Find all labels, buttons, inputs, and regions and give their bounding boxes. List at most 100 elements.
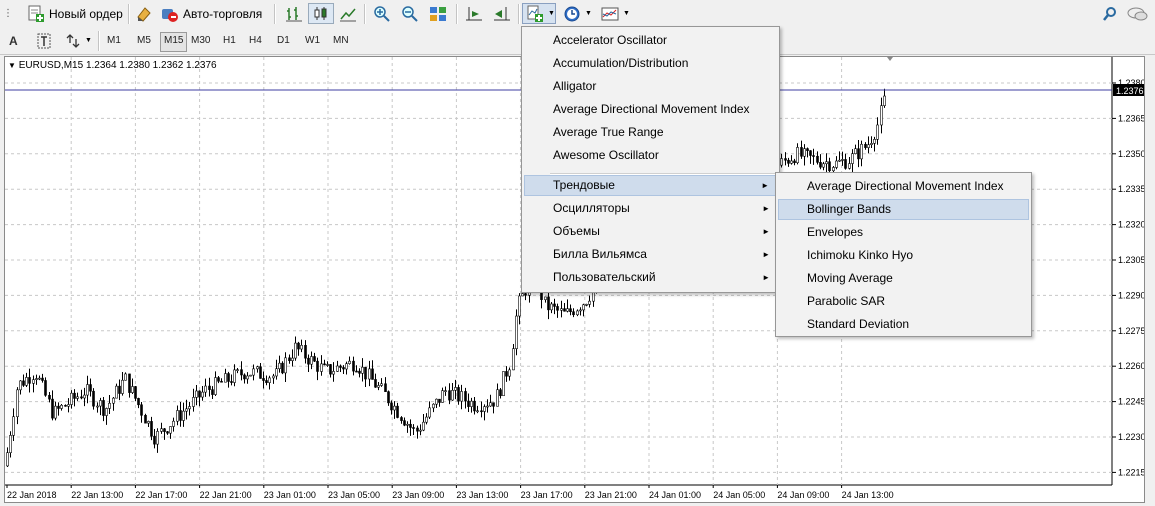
candle-body [560,308,563,311]
candle-body [492,402,495,407]
line-chart-icon [339,5,357,23]
candle-body [812,155,815,157]
indicator-submenu-item[interactable]: Осцилляторы ► [524,198,777,219]
indicator-menu-item[interactable]: Average Directional Movement Index [524,99,777,120]
auto-scroll-button[interactable] [490,3,514,24]
trend-indicator-item[interactable]: Envelopes [778,222,1029,243]
dropdown-arrow-icon: ▼ [585,10,592,17]
candle-body [473,400,476,412]
bar-chart-button[interactable] [282,3,306,24]
trend-indicator-item[interactable]: Moving Average [778,268,1029,289]
timeframe-h1-button[interactable]: H1 [220,32,239,50]
candle-body [870,143,873,145]
periodicity-button[interactable]: ▼ [560,3,594,24]
candle-body [278,362,281,370]
auto-trading-button[interactable]: Авто-торговля [158,3,265,24]
timeframe-m1-button[interactable]: M1 [104,32,124,50]
candle-body [166,431,169,434]
chart-shift-button[interactable] [462,3,486,24]
candle-body [512,348,515,371]
metaeditor-button[interactable] [132,3,156,24]
arrows-icon [63,32,81,50]
line-chart-button[interactable] [336,3,360,24]
auto-scroll-icon [493,5,511,23]
candle-body [368,368,371,380]
search-button[interactable] [1098,3,1120,24]
trend-indicator-item[interactable]: Parabolic SAR [778,291,1029,312]
indicator-menu-item[interactable]: Average True Range [524,122,777,143]
candlestick-chart-button[interactable] [308,3,334,24]
time-tick-label: 22 Jan 17:00 [135,490,187,500]
indicator-menu-item[interactable]: Alligator [524,76,777,97]
candle-body [329,364,332,375]
indicator-submenu-item[interactable]: Трендовые ► [524,175,777,196]
tile-windows-button[interactable] [426,3,450,24]
timeframe-w1-button[interactable]: W1 [302,32,323,50]
indicator-menu-item[interactable]: Accelerator Oscillator [524,30,777,51]
arrows-tool-button[interactable]: ▼ [60,30,92,51]
timeframe-m30-button[interactable]: M30 [188,32,213,50]
timeframe-m5-button[interactable]: M5 [134,32,154,50]
candle-body [310,356,313,365]
dropdown-arrow-icon: ▼ [623,10,630,17]
candle-body [19,380,22,391]
toolbar-overflow-button[interactable]: ⋮ [0,3,22,24]
trend-indicators-submenu: Average Directional Movement Index Bollin… [775,172,1032,337]
candle-body [252,368,255,376]
candle-body [876,124,879,140]
new-order-button[interactable]: Новый ордер [24,3,126,24]
candle-body [796,147,799,164]
trend-indicator-item[interactable]: Standard Deviation [778,314,1029,335]
candle-body [396,405,399,418]
candle-body [201,391,204,398]
time-tick-label: 23 Jan 05:00 [328,490,380,500]
indicators-button[interactable]: ▼ [522,3,556,24]
price-tick-label: 1.2275 [1118,326,1144,336]
candle-body [144,415,147,424]
text-label-tool-button[interactable] [32,30,54,51]
candle-body [476,410,479,413]
candle-body [841,159,844,161]
candle-body [192,397,195,407]
chart-symbol-info: EURUSD,M15 1.2364 1.2380 1.2362 1.2376 [18,60,217,71]
candle-body [457,387,460,402]
chart-menu-arrow-icon[interactable]: ▼ [8,61,16,70]
timeframe-h4-button[interactable]: H4 [246,32,265,50]
submenu-arrow-icon: ► [762,250,770,259]
candle-body [502,371,505,397]
zoom-in-button[interactable] [370,3,394,24]
indicator-menu-item[interactable]: Accumulation/Distribution [524,53,777,74]
zoom-out-button[interactable] [398,3,422,24]
timeframe-d1-button[interactable]: D1 [274,32,293,50]
candle-body [489,402,492,407]
timeframe-m15-button[interactable]: M15 [160,32,188,52]
candle-body [838,159,841,162]
candle-body [60,404,63,409]
indicator-submenu-item[interactable]: Пользовательский ► [524,267,777,288]
candle-body [425,416,428,423]
candle-body [832,167,835,172]
toolbar-separator [456,4,458,24]
templates-button[interactable]: ▼ [598,3,632,24]
price-tick-label: 1.2365 [1118,113,1144,123]
text-tool-button[interactable]: A [6,30,26,51]
chat-button[interactable] [1124,3,1152,24]
indicator-submenu-item[interactable]: Объемы ► [524,221,777,242]
trend-indicator-item[interactable]: Ichimoku Kinko Hyo [778,245,1029,266]
candle-body [361,366,364,374]
candle-body [249,374,252,377]
candle-body [332,371,335,375]
candle-body [137,398,140,406]
candle-body [880,105,883,126]
candle-body [566,308,569,312]
price-tick-label: 1.2320 [1118,220,1144,230]
indicator-submenu-item[interactable]: Билла Вильямса ► [524,244,777,265]
candle-body [448,390,451,401]
submenu-arrow-icon: ► [762,273,770,282]
indicator-menu-item[interactable]: Awesome Oscillator [524,145,777,166]
trend-indicator-item[interactable]: Average Directional Movement Index [778,176,1029,197]
timeframe-mn-button[interactable]: MN [330,32,352,50]
submenu-arrow-icon: ► [762,227,770,236]
trend-indicator-item[interactable]: Bollinger Bands [778,199,1029,220]
candle-body [268,377,271,383]
